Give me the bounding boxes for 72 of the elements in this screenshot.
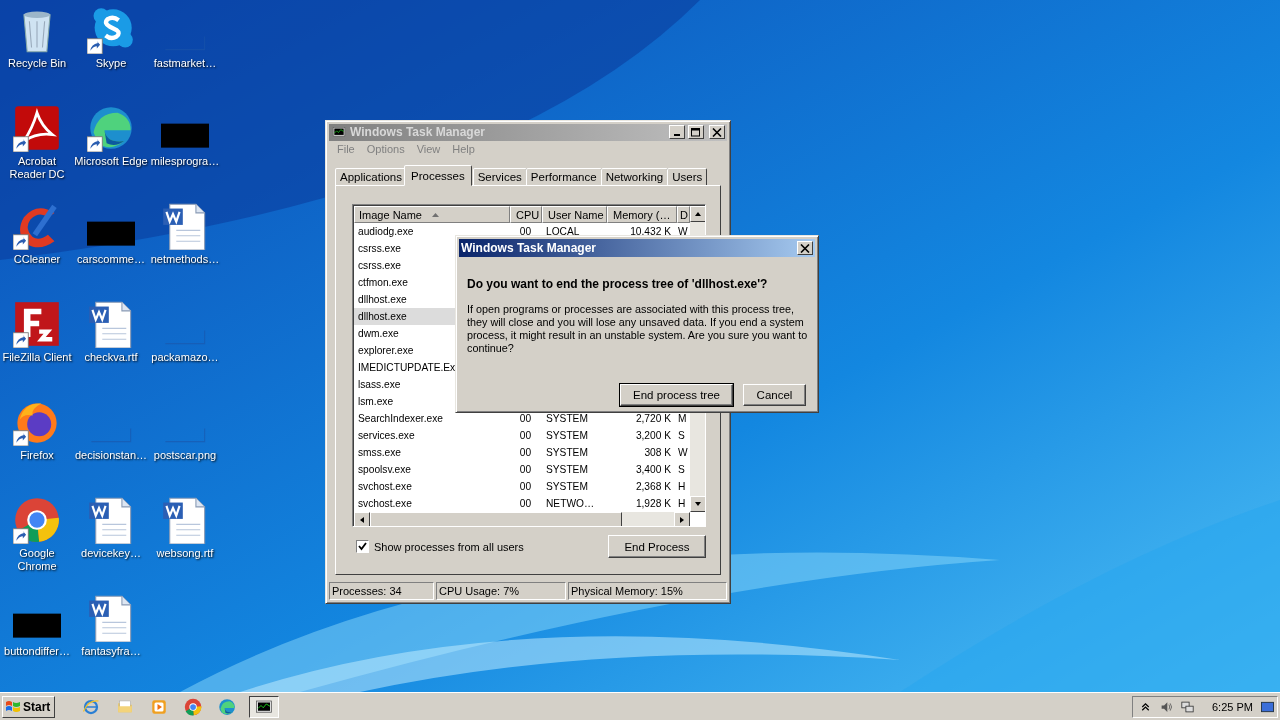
table-cell: IMEDICTUPDATE.Ex [358,362,456,373]
desktop-icon-label: checkva.rtf [84,351,138,364]
table-cell: 00 [519,430,532,441]
table-cell: spoolsv.exe [358,464,412,475]
table-cell: dwm.exe [358,328,399,339]
table-cell: SYSTEM [546,430,588,441]
desktop-icon-label: milesprogra… [150,155,220,168]
table-cell: SearchIndexer.exe [358,413,443,424]
table-cell: 1,928 K [635,498,671,509]
desktop-icon-label: Skype [95,57,127,70]
table-cell: 00 [519,498,532,509]
desktop-icon-label: FileZilla Client [2,351,72,364]
desktop-icon-label: CCleaner [13,253,61,266]
table-cell: 00 [519,447,532,458]
table-cell: services.exe [358,430,415,441]
table-cell: H [678,481,686,492]
table-cell: lsm.exe [358,396,394,407]
desktop-icon-label: postscar.png [153,449,217,462]
table-cell: dllhost.exe [358,294,407,305]
desktop-icon-label: Recycle Bin [7,57,67,70]
table-cell: 00 [519,413,532,424]
table-cell: explorer.exe [358,345,414,356]
desktop-icon-label: Google Chrome [16,547,58,573]
table-cell: W [678,226,688,237]
table-cell: S [678,430,685,441]
desktop-icon-label: buttondiffer… [4,645,70,658]
dialog-title: Windows Task Manager [461,241,598,255]
table-cell: 00 [519,481,532,492]
table-cell: 00 [519,226,532,237]
desktop-icon-label: carscomme… [77,253,145,266]
table-cell: svchost.exe [358,481,412,492]
desktop-icon-label: devicekey… [81,547,141,560]
table-cell: SYSTEM [546,481,588,492]
desktop-icon-label: decisionstan… [74,449,148,462]
window-title: Windows Task Manager [350,125,487,140]
desktop-icon-label: Microsoft Edge [74,155,148,168]
table-cell: 3,200 K [635,430,671,441]
table-cell: ctfmon.exe [358,277,408,288]
table-cell: csrss.exe [358,243,402,254]
table-cell: NETWO… [546,498,595,509]
table-cell: SYSTEM [546,413,588,424]
table-cell: SYSTEM [546,447,588,458]
table-cell: csrss.exe [358,260,402,271]
desktop-icon-label: Acrobat Reader DC [8,155,66,181]
table-cell: smss.exe [358,447,402,458]
table-cell: audiodg.exe [358,226,414,237]
table-cell: H [678,498,686,509]
dialog-message: If open programs or processes are associated with this process tree, they will close and you will lose any unsaved data. If you end a system process, it might result in an unstable system. Are you sure you want to continue? [467,303,809,355]
table-cell: LOCAL [546,226,580,237]
desktop-icon-label: packamazo… [151,351,219,364]
status-pane: CPU Usage: 7% [436,582,566,600]
dialog-question: Do you want to end the process tree of 'dllhost.exe'? [467,277,769,291]
desktop-icon-label: Firefox [20,449,54,462]
table-cell: SYSTEM [546,464,588,475]
table-cell: svchost.exe [358,498,412,509]
table-cell: lsass.exe [358,379,401,390]
table-cell: 2,720 K [635,413,671,424]
table-cell: 3,400 K [635,464,671,475]
table-cell: 10,432 K [630,226,671,237]
desktop-icon-label: websong.rtf [156,547,214,560]
desktop-icon-label: fastmarket… [153,57,217,70]
table-cell: S [678,464,685,475]
table-cell: W [678,447,688,458]
table-cell: 2,368 K [635,481,671,492]
status-pane: Physical Memory: 15% [568,582,727,600]
desktop-icon-label: netmethods… [150,253,220,266]
table-cell: M [678,413,687,424]
table-cell: dllhost.exe [358,311,407,322]
table-cell: 308 K [644,447,671,458]
status-pane: Processes: 34 [329,582,434,600]
desktop-icon-label: fantasyfra… [81,645,141,658]
table-cell: 00 [519,464,532,475]
